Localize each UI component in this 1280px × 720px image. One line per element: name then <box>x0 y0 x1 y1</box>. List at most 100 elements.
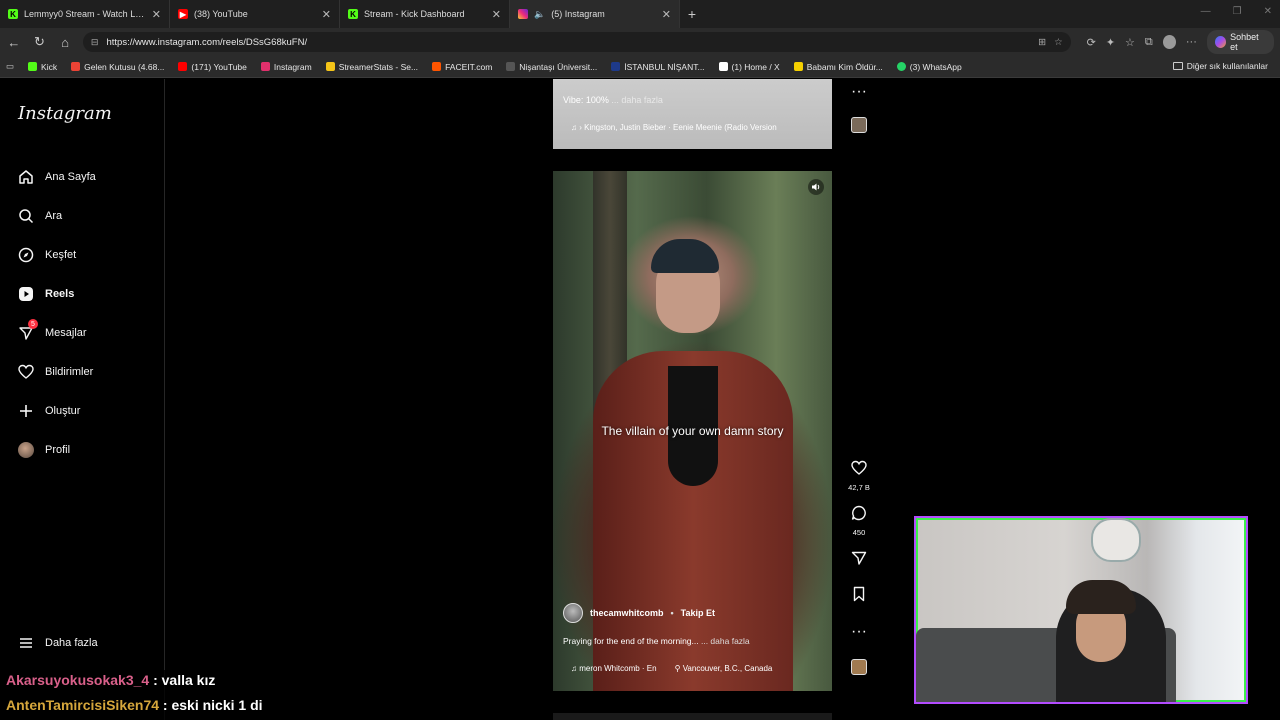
bookmark-whatsapp[interactable]: (3) WhatsApp <box>896 61 962 72</box>
bookmark-x[interactable]: (1) Home / X <box>718 62 780 72</box>
bookmark-label: İSTANBUL NİŞANT... <box>624 61 705 72</box>
next-reel-peek[interactable] <box>553 713 832 720</box>
close-tab-icon[interactable]: ✕ <box>492 8 501 21</box>
bookmark-streamerstats[interactable]: StreamerStats - Se... <box>325 61 419 72</box>
home-icon <box>18 169 34 185</box>
bookmark-gmail[interactable]: Gelen Kutusu (4.68... <box>71 62 164 72</box>
url-text: https://www.instagram.com/reels/DSsG68ku… <box>106 36 308 48</box>
sidebar-item-more[interactable]: Daha fazla <box>0 623 98 662</box>
like-button[interactable]: 42,7 B <box>848 460 870 492</box>
bookmark-site-icon <box>793 62 803 71</box>
favorites-icon[interactable]: ☆ <box>1125 36 1135 49</box>
chat-message: Akarsuyokusokak3_4 : valla kız <box>6 672 215 688</box>
favorite-star-icon[interactable]: ☆ <box>1054 37 1063 48</box>
bookmark-label: (3) WhatsApp <box>909 61 962 72</box>
sidebar-item-explore[interactable]: Keşfet <box>0 235 165 274</box>
close-tab-icon[interactable]: ✕ <box>662 8 671 21</box>
search-icon <box>18 208 34 224</box>
sidebar-item-home[interactable]: Ana Sayfa <box>0 157 165 196</box>
close-tab-icon[interactable]: ✕ <box>152 8 161 21</box>
sidebar-item-label: Daha fazla <box>45 636 98 649</box>
extension-puzzle-icon[interactable]: ✦ <box>1106 36 1115 49</box>
browser-tab-3[interactable]: K Stream - Kick Dashboard ✕ <box>340 0 510 28</box>
save-button[interactable] <box>851 586 867 607</box>
sidebar-item-messages[interactable]: 5 Mesajlar <box>0 313 165 352</box>
compass-icon <box>18 247 34 263</box>
app-install-icon[interactable]: ⊞ <box>1038 37 1046 48</box>
author-username[interactable]: thecamwhitcomb <box>590 608 664 618</box>
sidebar-item-profile[interactable]: Profil <box>0 430 165 469</box>
previous-reel[interactable]: Vibe: 100% ... daha fazla ♫ › Kingston, … <box>553 79 832 149</box>
site-info-icon[interactable]: ⊟ <box>91 37 99 48</box>
bookmark-babami[interactable]: Babamı Kim Öldür... <box>793 61 883 72</box>
more-link[interactable]: ... daha fazla <box>611 95 663 105</box>
more-link[interactable]: ... daha fazla <box>701 636 750 646</box>
sidebar-item-label: Ara <box>45 209 63 222</box>
bookmark-nisantasi[interactable]: Nişantaşı Üniversit... <box>506 62 597 72</box>
folder-icon <box>1172 62 1183 70</box>
avatar <box>18 441 34 458</box>
copilot-button[interactable]: Sohbet et <box>1206 30 1274 54</box>
whatsapp-icon <box>896 62 906 71</box>
reel-author: thecamwhitcomb • Takip Et <box>563 603 715 623</box>
browser-tab-1[interactable]: K Lemmyy0 Stream - Watch Live on ✕ <box>0 0 170 28</box>
comment-icon <box>851 505 866 521</box>
audio-thumbnail[interactable] <box>851 659 867 675</box>
instagram-sidebar: Instagram Ana Sayfa Ara Keşfet Reels 5 M… <box>0 79 165 720</box>
sidebar-item-notifications[interactable]: Bildirimler <box>0 352 165 391</box>
back-icon[interactable]: ← <box>6 35 22 50</box>
reel-location[interactable]: ⚲ Vancouver, B.C., Canada <box>675 664 773 673</box>
new-tab-button[interactable]: + <box>680 0 704 28</box>
webcam-lamp <box>1091 518 1141 562</box>
instagram-logo[interactable]: Instagram <box>18 103 112 124</box>
bookmark-label: StreamerStats - Se... <box>338 61 419 72</box>
reel-video[interactable]: The villain of your own damn story theca… <box>553 171 832 691</box>
browser-tab-2[interactable]: ▶ (38) YouTube ✕ <box>170 0 340 28</box>
url-field[interactable]: ⊟ https://www.instagram.com/reels/DSsG68… <box>82 32 1071 52</box>
previous-more-options-icon[interactable]: ··· <box>851 83 867 101</box>
share-button[interactable] <box>851 550 867 571</box>
browser-tab-4[interactable]: 🔈 (5) Instagram ✕ <box>510 0 680 28</box>
extensions-icon[interactable]: ⟳ <box>1087 36 1096 49</box>
refresh-icon[interactable]: ↻ <box>32 34 48 50</box>
speaker-icon[interactable]: 🔈 <box>534 9 545 20</box>
bookmark-kick[interactable]: Kick <box>28 62 57 72</box>
previous-audio-thumbnail[interactable] <box>851 117 867 133</box>
comment-button[interactable]: 450 <box>851 505 867 537</box>
music-label: › Kingston, Justin Bieber · Eenie Meenie… <box>579 123 777 132</box>
bookmark-label: Babamı Kim Öldür... <box>806 61 883 72</box>
reading-list-icon[interactable]: ▭ <box>6 61 14 72</box>
bookmark-istanbul[interactable]: İSTANBUL NİŞANT... <box>611 61 705 72</box>
minimize-icon[interactable]: — <box>1201 6 1211 17</box>
bookmark-other-folder[interactable]: Diğer sık kullanılanlar <box>1172 61 1268 71</box>
sidebar-item-create[interactable]: Oluştur <box>0 391 165 430</box>
restore-icon[interactable]: ❐ <box>1233 6 1242 17</box>
bookmark-youtube[interactable]: (171) YouTube <box>178 62 247 72</box>
copilot-icon <box>1214 36 1227 48</box>
reel-music[interactable]: ♫ meron Whitcomb · En <box>571 664 657 673</box>
close-window-icon[interactable]: ✕ <box>1264 6 1272 17</box>
sidebar-item-search[interactable]: Ara <box>0 196 165 235</box>
kick-icon: K <box>8 9 18 19</box>
close-tab-icon[interactable]: ✕ <box>322 8 331 21</box>
follow-button[interactable]: Takip Et <box>681 608 715 618</box>
bookmark-instagram[interactable]: Instagram <box>260 62 312 72</box>
heart-icon <box>18 364 34 380</box>
previous-reel-music[interactable]: ♫ › Kingston, Justin Bieber · Eenie Meen… <box>571 123 777 132</box>
instagram-icon <box>260 62 270 71</box>
profile-avatar[interactable] <box>1162 35 1176 49</box>
university-icon <box>611 62 621 71</box>
sound-toggle-icon[interactable] <box>808 179 824 195</box>
reels-icon <box>18 286 34 302</box>
bookmark-label: Diğer sık kullanılanlar <box>1186 61 1268 71</box>
sidebar-item-reels[interactable]: Reels <box>0 274 165 313</box>
bookmark-faceit[interactable]: FACEIT.com <box>432 62 492 72</box>
bookmark-label: Nişantaşı Üniversit... <box>519 61 598 72</box>
collections-icon[interactable]: ⧉ <box>1145 36 1153 49</box>
menu-dots-icon[interactable]: ··· <box>1186 36 1197 48</box>
home-icon[interactable]: ⌂ <box>57 35 73 50</box>
more-options-icon[interactable]: ··· <box>851 623 867 641</box>
previous-reel-caption: Vibe: 100% ... daha fazla <box>563 95 663 105</box>
instagram-icon <box>518 9 528 19</box>
author-avatar[interactable] <box>563 603 583 623</box>
